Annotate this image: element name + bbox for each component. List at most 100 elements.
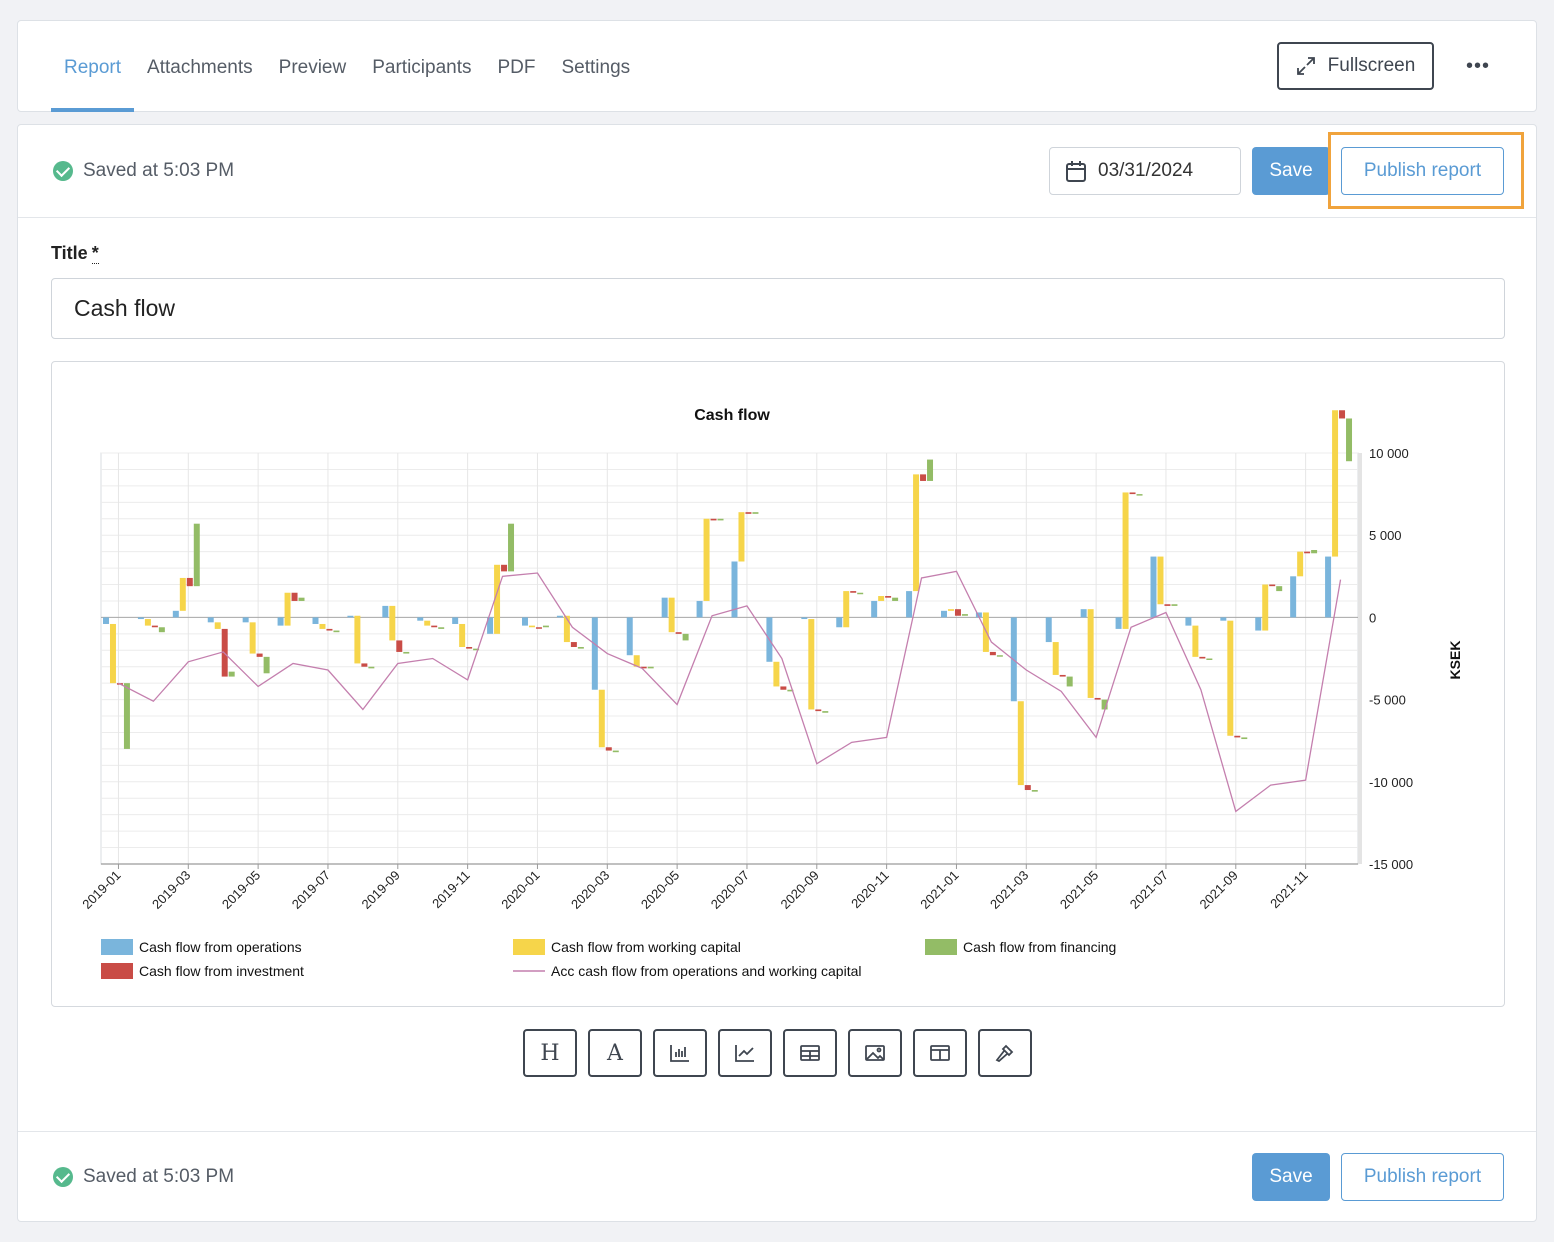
waterfall-bar xyxy=(158,627,165,633)
waterfall-bar xyxy=(1052,642,1059,675)
axis-shadow xyxy=(1358,453,1362,864)
waterfall-bar xyxy=(1262,584,1269,631)
tab-settings[interactable]: Settings xyxy=(549,21,644,112)
waterfall-bar xyxy=(319,623,326,629)
y-tick-label: 10 000 xyxy=(1369,446,1409,461)
fullscreen-button[interactable]: Fullscreen xyxy=(1277,42,1434,90)
tab-pdf[interactable]: PDF xyxy=(485,21,549,112)
waterfall-bar xyxy=(1045,617,1052,643)
waterfall-bar xyxy=(1087,609,1094,698)
x-tick-label: 2021-05 xyxy=(1057,868,1101,912)
waterfall-bar xyxy=(1094,697,1101,700)
title-label-text: Title xyxy=(51,243,88,263)
waterfall-bar xyxy=(1122,492,1129,629)
bar-chart-icon xyxy=(670,1045,689,1062)
waterfall-bar xyxy=(1080,609,1087,618)
publish-report-button-bottom[interactable]: Publish report xyxy=(1341,1153,1504,1201)
fullscreen-label: Fullscreen xyxy=(1327,55,1416,76)
waterfall-bar xyxy=(193,523,200,587)
waterfall-bar xyxy=(1066,676,1073,687)
waterfall-bar xyxy=(556,615,563,618)
waterfall-bar xyxy=(745,512,752,514)
x-tick-label: 2021-11 xyxy=(1267,868,1311,912)
waterfall-bar xyxy=(1059,674,1066,677)
legend-label: Cash flow from operations xyxy=(139,939,302,955)
chart-block[interactable]: Cash flow KSEK 10 000 5 000 0 -5 000 -10 000 -1… xyxy=(51,361,1505,1007)
tab-report[interactable]: Report xyxy=(51,21,135,112)
saved-text: Saved at 5:03 PM xyxy=(83,1166,235,1187)
waterfall-bar xyxy=(1031,790,1038,792)
y-axis-label: KSEK xyxy=(1447,641,1463,680)
waterfall-bar xyxy=(605,747,612,751)
waterfall-bar xyxy=(1297,551,1304,577)
insert-text-button[interactable]: A xyxy=(588,1029,642,1077)
waterfall-bar xyxy=(382,605,389,618)
insert-table-button[interactable] xyxy=(783,1029,837,1077)
tab-participants[interactable]: Participants xyxy=(359,21,484,112)
waterfall-bar xyxy=(368,666,375,669)
waterfall-bar xyxy=(144,619,151,626)
image-icon xyxy=(865,1045,885,1061)
waterfall-bar xyxy=(961,614,968,616)
more-options-button[interactable]: ••• xyxy=(1458,51,1498,81)
waterfall-bar xyxy=(703,518,710,601)
insert-custom-button[interactable] xyxy=(978,1029,1032,1077)
waterfall-bar xyxy=(675,632,682,634)
cash-flow-chart: Cash flow KSEK 10 000 5 000 0 -5 000 -10 000 -1… xyxy=(79,407,1463,979)
waterfall-bar xyxy=(277,617,284,626)
waterfall-bar xyxy=(103,617,109,624)
waterfall-bar xyxy=(242,617,249,623)
y-tick-label: -15 000 xyxy=(1369,857,1413,872)
waterfall-bar xyxy=(1150,556,1157,618)
waterfall-bar xyxy=(256,653,263,657)
title-input[interactable]: Cash flow xyxy=(51,278,1505,339)
waterfall-bar xyxy=(906,591,913,618)
y-tick-label: 5 000 xyxy=(1369,528,1402,543)
legend-label: Acc cash flow from operations and workin… xyxy=(551,963,861,979)
waterfall-bar xyxy=(466,646,473,649)
check-circle-icon xyxy=(53,161,73,181)
save-button[interactable]: Save xyxy=(1252,147,1330,195)
waterfall-bar xyxy=(403,651,410,654)
insert-bar-chart-button[interactable] xyxy=(653,1029,707,1077)
waterfall-bar xyxy=(996,655,1003,657)
insert-line-chart-button[interactable] xyxy=(718,1029,772,1077)
save-button-bottom[interactable]: Save xyxy=(1252,1153,1330,1201)
calendar-icon xyxy=(1066,161,1086,182)
waterfall-bar xyxy=(186,577,193,587)
tab-attachments[interactable]: Attachments xyxy=(134,21,266,112)
x-tick-label: 2020-03 xyxy=(568,868,612,912)
tab-preview[interactable]: Preview xyxy=(266,21,360,112)
y-tick-label: -5 000 xyxy=(1369,693,1406,708)
waterfall-bar xyxy=(843,591,850,628)
waterfall-bar xyxy=(878,596,885,601)
waterfall-bar xyxy=(151,625,158,628)
waterfall-bar xyxy=(354,615,361,664)
insert-image-button[interactable] xyxy=(848,1029,902,1077)
legend-swatch xyxy=(925,939,957,955)
insert-heading-button[interactable]: H xyxy=(523,1029,577,1077)
y-tick-label: 0 xyxy=(1369,610,1376,625)
legend-swatch xyxy=(101,963,133,979)
waterfall-bar xyxy=(361,663,368,667)
waterfall-bar xyxy=(1206,658,1213,660)
waterfall-bar xyxy=(1290,576,1297,618)
waterfall-bar xyxy=(738,512,745,562)
waterfall-bar xyxy=(836,617,843,628)
report-date-picker[interactable]: 03/31/2024 xyxy=(1049,147,1241,195)
waterfall-bar xyxy=(752,512,759,514)
x-tick-label: 2020-09 xyxy=(778,868,822,912)
y-tick-label: -10 000 xyxy=(1369,775,1413,790)
waterfall-bar xyxy=(1115,617,1122,629)
waterfall-bar xyxy=(1304,551,1311,554)
required-mark: * xyxy=(91,243,99,264)
tab-bar-card: Report Attachments Preview Participants … xyxy=(17,20,1537,112)
insert-layout-button[interactable] xyxy=(913,1029,967,1077)
waterfall-bar xyxy=(459,623,466,647)
text-icon: A xyxy=(607,1040,623,1066)
waterfall-bar xyxy=(1234,735,1241,738)
layout-icon xyxy=(930,1045,950,1061)
date-value: 03/31/2024 xyxy=(1098,160,1194,181)
waterfall-bar xyxy=(228,671,235,677)
waterfall-bar xyxy=(661,597,668,618)
